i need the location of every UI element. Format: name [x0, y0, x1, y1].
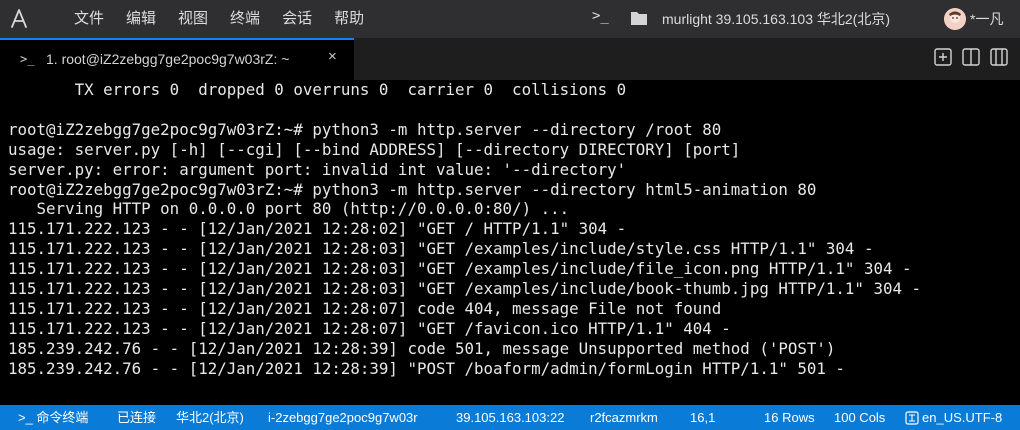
tab-actions [932, 46, 1010, 68]
menu-edit[interactable]: 编辑 [126, 0, 156, 38]
status-region: 华北2(北京) [176, 410, 244, 425]
terminal-button[interactable]: >_ [592, 8, 609, 24]
menu-terminal[interactable]: 终端 [230, 0, 260, 38]
tab-close-icon[interactable]: × [328, 48, 337, 65]
terminal-line: usage: server.py [-h] [--cgi] [--bind AD… [8, 139, 741, 159]
title-bar: 文件 编辑 视图 终端 会话 帮助 >_ murlight 39.105.163… [0, 0, 1020, 38]
add-tab-icon[interactable] [932, 46, 954, 68]
status-cols: 100 Cols [834, 410, 886, 425]
status-session: r2fcazmrkm [590, 410, 658, 425]
menu-file[interactable]: 文件 [74, 0, 104, 38]
terminal-output[interactable]: TX errors 0 dropped 0 overruns 0 carrier… [0, 80, 1020, 405]
status-instance: i-2zebgg7ge2poc9g7w03r [268, 410, 418, 425]
terminal-line: root@iZ2zebgg7ge2poc9g7w03rZ:~# python3 … [8, 179, 817, 199]
menu-session[interactable]: 会话 [282, 0, 312, 38]
status-address: 39.105.163.103:22 [456, 410, 565, 425]
terminal-line: Serving HTTP on 0.0.0.0 port 80 (http://… [8, 199, 570, 219]
status-cursor: 16,1 [690, 410, 716, 425]
server-info[interactable]: murlight 39.105.163.103 华北2(北京) [662, 0, 890, 38]
avatar-face-icon [944, 8, 966, 30]
user-name[interactable]: *一凡 [970, 0, 1003, 38]
tab-bar: >_ 1. root@iZ2zebgg7ge2poc9g7w03rZ: ~ × [0, 38, 1020, 80]
status-mode[interactable]: >_ 命令终端 [18, 405, 88, 430]
terminal-line: server.py: error: argument port: invalid… [8, 159, 627, 179]
encoding-icon [905, 411, 919, 425]
terminal-line: 115.171.222.123 - - [12/Jan/2021 12:28:0… [8, 259, 912, 279]
tab-prompt-icon: >_ [20, 52, 35, 66]
app-logo-icon[interactable] [6, 6, 32, 32]
terminal-tab[interactable]: >_ 1. root@iZ2zebgg7ge2poc9g7w03rZ: ~ × [0, 38, 354, 80]
terminal-line: 185.239.242.76 - - [12/Jan/2021 12:28:39… [8, 358, 845, 378]
terminal-line: 185.239.242.76 - - [12/Jan/2021 12:28:39… [8, 338, 836, 358]
menu-view[interactable]: 视图 [178, 0, 208, 38]
terminal-line: 115.171.222.123 - - [12/Jan/2021 12:28:0… [8, 279, 922, 299]
status-encoding[interactable]: en_US.UTF-8 [922, 405, 1002, 430]
folder-icon[interactable] [630, 10, 648, 26]
split-horizontal-icon[interactable] [988, 46, 1010, 68]
tab-title: 1. root@iZ2zebgg7ge2poc9g7w03rZ: ~ [46, 51, 290, 67]
terminal-line: root@iZ2zebgg7ge2poc9g7w03rZ:~# python3 … [8, 119, 722, 139]
terminal-line: 115.171.222.123 - - [12/Jan/2021 12:28:0… [8, 318, 731, 338]
terminal-line: TX errors 0 dropped 0 overruns 0 carrier… [8, 80, 627, 99]
split-vertical-icon[interactable] [960, 46, 982, 68]
status-bar: >_ 命令终端 已连接 华北2(北京) i-2zebgg7ge2poc9g7w0… [0, 405, 1020, 430]
terminal-line: 115.171.222.123 - - [12/Jan/2021 12:28:0… [8, 219, 627, 239]
avatar[interactable] [944, 8, 966, 30]
menu-help[interactable]: 帮助 [334, 0, 364, 38]
status-connection: 已连接 [117, 410, 157, 425]
terminal-line: 115.171.222.123 - - [12/Jan/2021 12:28:0… [8, 239, 874, 259]
terminal-line: 115.171.222.123 - - [12/Jan/2021 12:28:0… [8, 298, 722, 318]
menu-bar: 文件 编辑 视图 终端 会话 帮助 [74, 0, 386, 38]
status-rows: 16 Rows [764, 410, 815, 425]
terminal-text[interactable]: TX errors 0 dropped 0 overruns 0 carrier… [0, 80, 1020, 379]
